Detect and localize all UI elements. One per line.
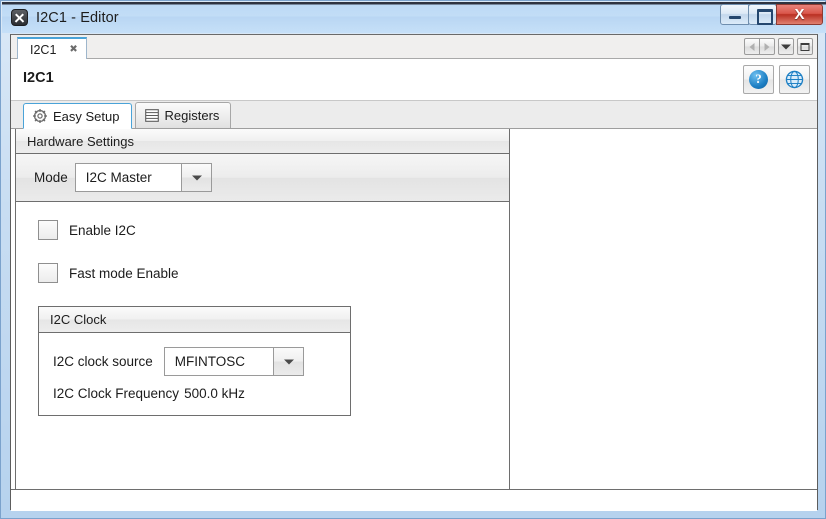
title-bar: I2C1 - Editor X xyxy=(2,2,826,33)
fast-mode-enable-checkbox[interactable] xyxy=(38,263,58,283)
document-tab-strip: I2C1 ✖ xyxy=(11,35,817,60)
hardware-settings-body: Enable I2C Fast mode Enable I2C Clock I2… xyxy=(16,202,509,502)
mode-combobox[interactable]: I2C Master xyxy=(74,163,212,192)
i2c-clock-panel: I2C Clock I2C clock source MFINTOSC I2C … xyxy=(38,306,351,416)
tab-registers[interactable]: Registers xyxy=(134,102,232,128)
document-tab-label: I2C1 xyxy=(30,42,57,57)
restore-window-button[interactable] xyxy=(797,38,813,55)
tab-easy-setup[interactable]: Easy Setup xyxy=(23,103,132,129)
window-title: I2C1 - Editor xyxy=(36,9,119,26)
chevron-down-icon[interactable] xyxy=(274,348,303,375)
help-button[interactable]: ? xyxy=(743,65,774,94)
chevron-down-icon xyxy=(781,44,791,49)
register-list-icon xyxy=(144,109,159,122)
i2c-clock-source-row: I2C clock source MFINTOSC xyxy=(39,347,350,376)
enable-i2c-label: Enable I2C xyxy=(69,222,136,238)
enable-i2c-row[interactable]: Enable I2C xyxy=(16,220,509,240)
close-icon[interactable]: ✖ xyxy=(69,44,77,55)
chevron-down-icon[interactable] xyxy=(182,164,211,191)
fast-mode-enable-label: Fast mode Enable xyxy=(69,265,179,281)
help-icon: ? xyxy=(749,70,768,89)
scroll-left-button[interactable] xyxy=(744,38,760,55)
i2c-clock-source-value: MFINTOSC xyxy=(164,348,275,375)
datasheet-button[interactable] xyxy=(779,65,810,94)
i2c-clock-title: I2C Clock xyxy=(39,307,350,333)
bottom-strip xyxy=(11,489,817,511)
editor-header: I2C1 ? xyxy=(11,59,817,101)
fast-mode-enable-row[interactable]: Fast mode Enable xyxy=(16,263,509,283)
restore-icon xyxy=(800,42,810,51)
scroll-right-button[interactable] xyxy=(759,38,775,55)
mode-label: Mode xyxy=(34,170,68,185)
i2c-clock-frequency-row: I2C Clock Frequency 500.0 kHz xyxy=(39,386,350,401)
minimize-button[interactable] xyxy=(720,4,749,25)
application-window: I2C1 - Editor X I2C1 ✖ I2C1 ? Easy Setup… xyxy=(0,0,826,519)
mode-row: Mode I2C Master xyxy=(16,154,509,202)
page-title: I2C1 xyxy=(23,70,54,86)
maximize-button[interactable] xyxy=(748,4,777,25)
left-arrow-icon xyxy=(749,42,755,51)
i2c-clock-body: I2C clock source MFINTOSC I2C Clock Freq… xyxy=(39,333,350,415)
tab-registers-label: Registers xyxy=(164,108,220,123)
i2c-clock-source-label: I2C clock source xyxy=(53,354,153,369)
i2c-clock-frequency-value: 500.0 kHz xyxy=(184,386,245,401)
mode-combobox-value: I2C Master xyxy=(75,164,183,191)
client-area: I2C1 ✖ I2C1 ? Easy Setup Registers Hardw… xyxy=(10,34,818,511)
editor-tabs: Easy Setup Registers xyxy=(11,101,817,129)
enable-i2c-checkbox[interactable] xyxy=(38,220,58,240)
window-controls: X xyxy=(720,4,823,26)
tab-list-button[interactable] xyxy=(778,38,794,55)
tab-easy-setup-label: Easy Setup xyxy=(53,108,120,124)
right-arrow-icon xyxy=(764,42,770,51)
globe-icon xyxy=(785,70,804,89)
gear-icon xyxy=(33,109,47,123)
hardware-settings-panel: Hardware Settings Mode I2C Master Enable… xyxy=(15,129,510,503)
tab-navigation-controls xyxy=(744,38,813,55)
hardware-settings-title: Hardware Settings xyxy=(16,129,509,154)
i2c-clock-frequency-label: I2C Clock Frequency xyxy=(53,386,180,401)
header-buttons: ? xyxy=(743,65,810,94)
app-x-icon xyxy=(11,9,28,26)
document-tab-i2c1[interactable]: I2C1 ✖ xyxy=(17,37,87,60)
editor-content: Hardware Settings Mode I2C Master Enable… xyxy=(11,129,817,511)
i2c-clock-source-combobox[interactable]: MFINTOSC xyxy=(163,347,304,376)
close-button[interactable]: X xyxy=(776,4,823,25)
